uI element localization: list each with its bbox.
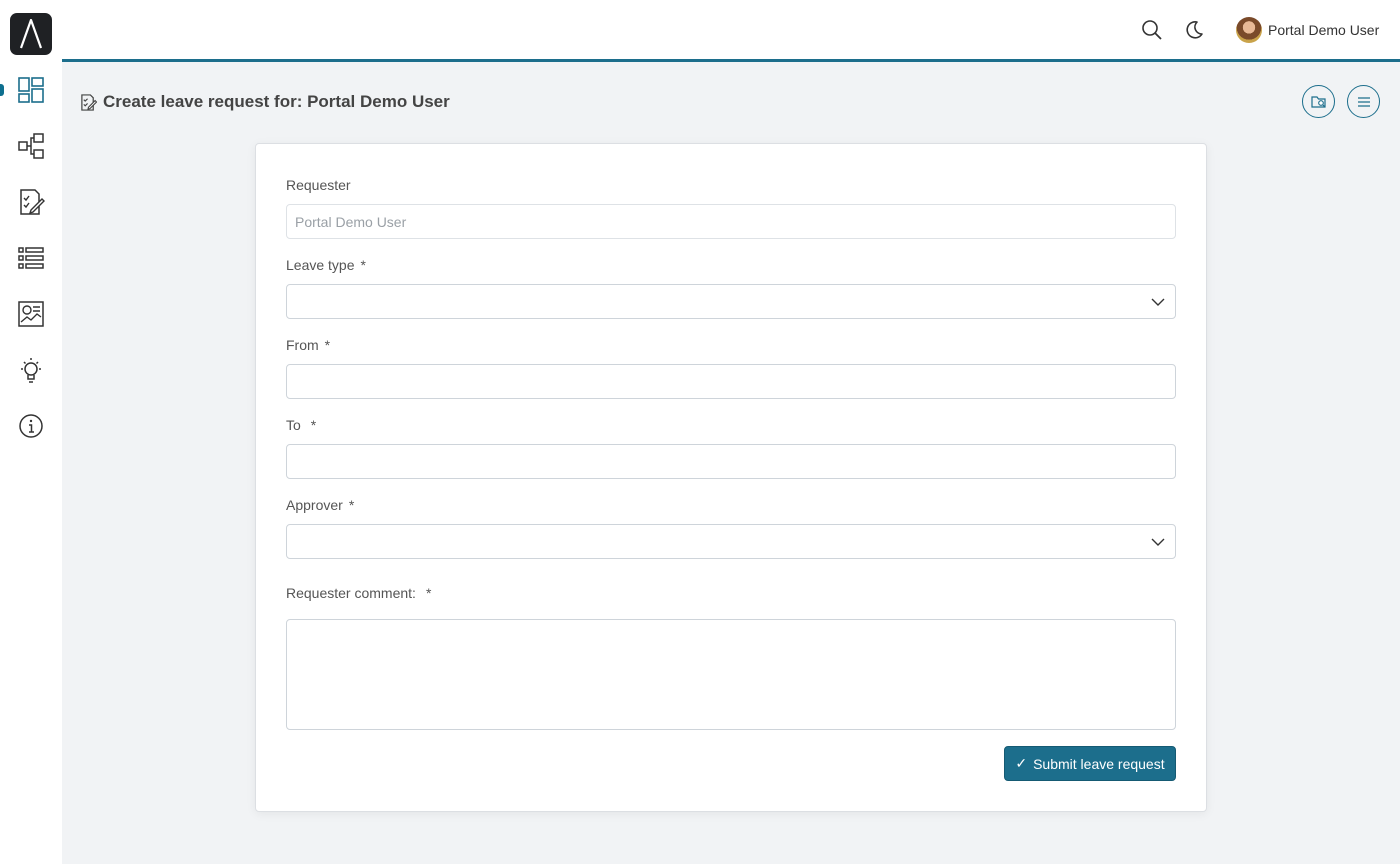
user-menu[interactable]: Portal Demo User bbox=[1236, 14, 1379, 46]
leave-type-select[interactable] bbox=[286, 284, 1176, 319]
actions-menu-button[interactable] bbox=[1347, 85, 1380, 118]
top-bar: Portal Demo User bbox=[62, 0, 1400, 62]
chevron-down-icon bbox=[1151, 538, 1165, 546]
to-date-input[interactable] bbox=[286, 444, 1176, 479]
submit-leave-request-button[interactable]: ✓ Submit leave request bbox=[1004, 746, 1176, 781]
check-icon: ✓ bbox=[1015, 755, 1028, 771]
dashboard-icon bbox=[18, 77, 44, 103]
case-details-button[interactable] bbox=[1302, 85, 1335, 118]
search-icon bbox=[1142, 20, 1162, 40]
sidebar-item-cases[interactable] bbox=[0, 238, 62, 278]
page-title: Create leave request for: Portal Demo Us… bbox=[103, 92, 450, 111]
logo-icon bbox=[19, 19, 43, 49]
hamburger-icon bbox=[1357, 96, 1370, 107]
approver-select[interactable] bbox=[286, 524, 1176, 559]
requester-field: Portal Demo User bbox=[286, 204, 1176, 239]
case-list-icon bbox=[18, 247, 44, 269]
avatar bbox=[1236, 17, 1262, 43]
task-edit-icon bbox=[81, 93, 97, 111]
search-button[interactable] bbox=[1140, 18, 1164, 42]
sidebar-item-tasks[interactable] bbox=[0, 182, 62, 222]
idea-icon bbox=[21, 358, 41, 383]
folder-search-icon bbox=[1310, 95, 1326, 108]
comment-textarea[interactable] bbox=[286, 619, 1176, 730]
moon-icon bbox=[1186, 21, 1203, 39]
leave-request-form: Requester Portal Demo User Leave type * F… bbox=[255, 143, 1207, 812]
leave-type-label: Leave type * bbox=[286, 257, 366, 273]
process-icon bbox=[18, 133, 44, 159]
to-label: To * bbox=[286, 417, 317, 433]
sidebar-item-ideas[interactable] bbox=[0, 350, 62, 390]
info-icon bbox=[19, 414, 43, 438]
comment-label: Requester comment: * bbox=[286, 585, 432, 601]
sidebar-item-processes[interactable] bbox=[0, 126, 62, 166]
from-label: From * bbox=[286, 337, 331, 353]
statistics-icon bbox=[18, 301, 44, 327]
submit-label: Submit leave request bbox=[1033, 755, 1165, 772]
from-date-input[interactable] bbox=[286, 364, 1176, 399]
sidebar-item-info[interactable] bbox=[0, 406, 62, 446]
requester-value: Portal Demo User bbox=[295, 213, 407, 230]
requester-label: Requester bbox=[286, 177, 351, 193]
theme-toggle-button[interactable] bbox=[1182, 18, 1206, 42]
sidebar-item-statistics[interactable] bbox=[0, 294, 62, 334]
sidebar bbox=[0, 0, 62, 864]
user-name: Portal Demo User bbox=[1268, 22, 1380, 38]
approver-label: Approver * bbox=[286, 497, 355, 513]
chevron-down-icon bbox=[1151, 298, 1165, 306]
task-icon bbox=[20, 189, 45, 215]
sidebar-item-dashboard[interactable] bbox=[0, 70, 62, 110]
page-header: Create leave request for: Portal Demo Us… bbox=[80, 90, 450, 114]
app-logo[interactable] bbox=[10, 13, 52, 55]
